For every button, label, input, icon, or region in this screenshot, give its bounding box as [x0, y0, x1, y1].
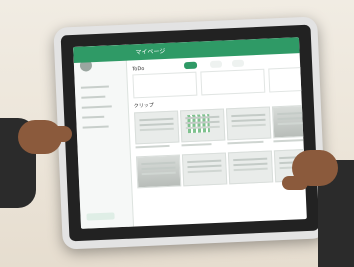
clip-thumbnail: [227, 150, 274, 185]
todo-card: [200, 68, 266, 96]
left-thumb: [48, 126, 72, 142]
sidebar-item: [82, 125, 109, 129]
clip-thumbnail: [181, 152, 228, 187]
todo-card: [268, 66, 307, 93]
clip-caption: [135, 144, 170, 149]
sidebar-button: [86, 212, 115, 221]
clip-thumbnail: [180, 108, 226, 143]
sidebar-item: [81, 95, 106, 99]
tablet-bezel: マイページ ToDo クリップ: [60, 24, 320, 242]
tablet-device: マイページ ToDo クリップ: [53, 16, 327, 250]
clip-caption: [273, 138, 306, 143]
photo-scene: マイページ ToDo クリップ: [0, 0, 354, 267]
clip-thumbnail: [134, 110, 180, 145]
app-sidebar: [73, 44, 135, 229]
tab-active: [183, 61, 198, 70]
right-finger: [282, 176, 308, 190]
page-title: マイページ: [135, 48, 166, 57]
clip-thumbnail: [225, 106, 272, 141]
main-content: ToDo クリップ: [126, 53, 307, 226]
clip-caption: [227, 140, 264, 145]
sidebar-item: [81, 105, 112, 109]
clip-caption: [181, 143, 212, 147]
tab: [209, 60, 223, 69]
todo-heading: ToDo: [132, 65, 145, 73]
sidebar-item: [80, 85, 109, 89]
clip-thumbnail: [271, 104, 307, 139]
sidebar-item: [82, 115, 105, 119]
tab: [231, 59, 244, 68]
tablet-screen: マイページ ToDo クリップ: [73, 37, 307, 229]
clip-thumbnail: [135, 154, 182, 189]
todo-card: [132, 71, 198, 99]
clip-heading: クリップ: [133, 102, 154, 110]
